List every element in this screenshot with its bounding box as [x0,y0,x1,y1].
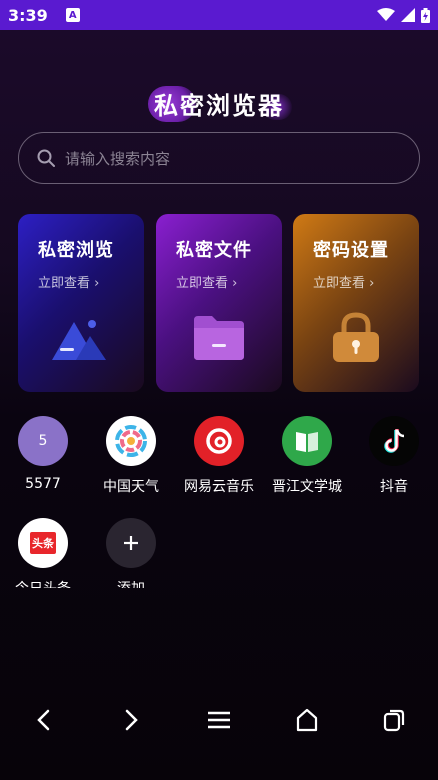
netease-music-icon [194,416,244,466]
shortcut-label: 添加 [91,578,171,588]
chevron-right-icon [126,709,139,731]
app-title: 私密浏览器 [154,92,284,120]
menu-icon [207,711,230,729]
chevron-left-icon [37,709,50,731]
home-button[interactable] [287,700,327,740]
card-title: 私密文件 [176,240,252,261]
battery-icon [421,7,430,23]
weather-icon [106,416,156,466]
card-title: 私密浏览 [38,240,114,261]
forward-button[interactable] [111,700,151,740]
shortcut-netease-music[interactable]: 网易云音乐 [179,416,259,496]
password-settings-card[interactable]: 密码设置 立即查看 › [293,214,419,392]
plus-icon [106,518,156,568]
search-placeholder: 请输入搜索内容 [65,149,171,168]
lock-icon [333,312,379,362]
tiktok-icon [369,416,419,466]
signal-icon [401,8,415,22]
mountain-icon [52,320,106,360]
title-area: 私密浏览器 [0,86,438,126]
private-files-card[interactable]: 私密文件 立即查看 › [156,214,282,392]
folder-icon [194,316,244,360]
shortcut-5577[interactable]: 5 5577 [3,416,83,492]
shortcut-toutiao[interactable]: 头条 今日头条 [3,518,83,588]
shortcut-add[interactable]: 添加 [91,518,171,588]
shortcut-label: 抖音 [380,479,408,495]
status-icons [377,7,430,23]
search-input[interactable]: 请输入搜索内容 [18,132,420,184]
card-title: 密码设置 [313,240,389,261]
shortcut-jinjiang[interactable]: 晋江文学城 [267,416,347,496]
tabs-button[interactable] [374,700,414,740]
view-now-link: 立即查看 › [176,276,238,291]
shortcut-label: 晋江文学城 [272,479,342,495]
shortcut-china-weather[interactable]: 中国天气 [91,416,171,496]
shortcut-label: 网易云音乐 [184,479,254,495]
jinjiang-icon [282,416,332,466]
home-icon [296,708,317,732]
status-bar: 3:39 A [0,0,438,30]
bottom-navigation [0,690,438,750]
notification-badge: A [65,8,80,22]
tabs-icon [384,709,405,732]
view-now-link: 立即查看 › [38,276,100,291]
status-time: 3:39 [8,5,48,25]
menu-button[interactable] [199,700,239,740]
icon-letter: 5 [38,433,48,449]
private-browse-card[interactable]: 私密浏览 立即查看 › [18,214,144,392]
back-button[interactable] [24,700,64,740]
view-now-link: 立即查看 › [313,276,375,291]
toutiao-icon: 头条 [18,518,68,568]
number-icon: 5 [18,416,68,466]
shortcut-label: 今日头条 [3,578,83,588]
shortcut-label: 中国天气 [103,479,159,495]
icon-text: 头条 [30,532,56,554]
shortcut-douyin[interactable]: 抖音 [354,416,434,496]
wifi-icon [377,8,395,21]
shortcut-label: 5577 [25,476,61,492]
search-icon [37,149,55,167]
